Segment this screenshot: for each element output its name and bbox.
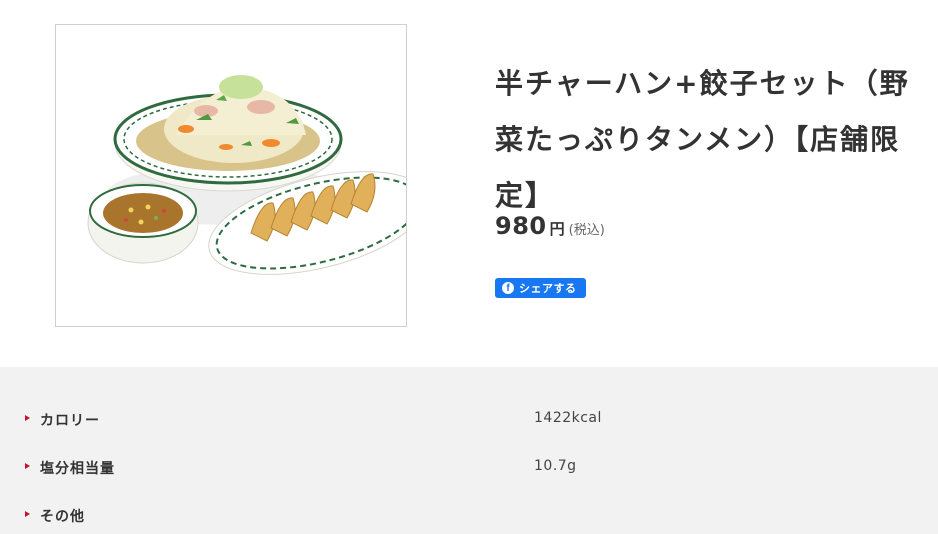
product-header: 半チャーハン+餃子セット（野 菜たっぷりタンメン）【店舗限 定】 980 円 (… bbox=[0, 0, 938, 367]
price-row: 980 円 (税込) bbox=[495, 212, 605, 240]
share-button-label: シェアする bbox=[519, 282, 577, 295]
product-title: 半チャーハン+餃子セット（野 菜たっぷりタンメン）【店舗限 定】 bbox=[495, 56, 935, 224]
nutrition-label: その他 bbox=[40, 509, 85, 525]
nutrition-value: 10.7g bbox=[534, 458, 577, 474]
nutrition-row: カロリー 1422kcal bbox=[0, 405, 938, 435]
price-currency: 円 bbox=[549, 220, 565, 238]
nutrition-row: その他 bbox=[0, 501, 938, 531]
product-title-line: 半チャーハン+餃子セット（野 bbox=[495, 67, 910, 100]
facebook-share-button[interactable]: f シェアする bbox=[495, 278, 586, 298]
facebook-icon: f bbox=[502, 282, 514, 294]
price-value: 980 bbox=[495, 212, 547, 240]
nutrition-panel: カロリー 1422kcal 塩分相当量 10.7g その他 bbox=[0, 367, 938, 534]
nutrition-value: 1422kcal bbox=[534, 410, 602, 426]
bullet-triangle-icon bbox=[25, 463, 30, 469]
nutrition-label: カロリー bbox=[40, 413, 100, 429]
bullet-triangle-icon bbox=[25, 415, 30, 421]
product-title-line: 定】 bbox=[495, 179, 556, 212]
food-photo-illustration bbox=[87, 75, 406, 275]
nutrition-label: 塩分相当量 bbox=[40, 461, 115, 477]
bullet-triangle-icon bbox=[25, 511, 30, 517]
nutrition-row: 塩分相当量 10.7g bbox=[0, 453, 938, 483]
tax-note: (税込) bbox=[568, 223, 605, 238]
product-image bbox=[55, 24, 407, 327]
product-title-line: 菜たっぷりタンメン）【店舗限 bbox=[495, 123, 901, 156]
